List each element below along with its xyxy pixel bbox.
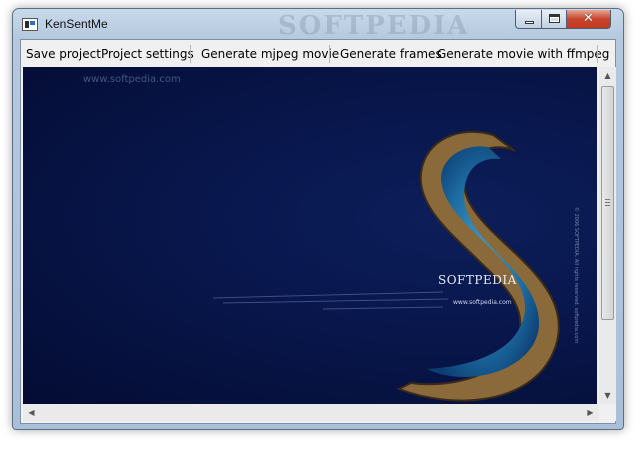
- close-icon: ✕: [583, 11, 594, 26]
- scroll-up-arrow-icon[interactable]: ▲: [599, 67, 616, 84]
- menu-project-settings[interactable]: Project settings: [101, 47, 194, 61]
- scroll-right-arrow-icon[interactable]: ▶: [582, 404, 599, 421]
- menu-generate-mjpeg-movie[interactable]: Generate mjpeg movie: [201, 47, 339, 61]
- app-icon: [22, 18, 38, 31]
- scroll-down-arrow-icon[interactable]: ▼: [599, 387, 616, 404]
- island-shape: [396, 130, 560, 402]
- maximize-icon: [549, 14, 560, 23]
- minimize-button[interactable]: [515, 10, 542, 29]
- wave-lines: [212, 291, 449, 310]
- brand-logo-text: SOFTPEDIA: [438, 273, 517, 287]
- title-watermark: SOFTPEDIA: [278, 11, 470, 41]
- image-canvas[interactable]: www.softpedia.com SOFTPEDIA www.softpedi…: [23, 67, 597, 404]
- menu-separator: [190, 45, 191, 63]
- horizontal-scrollbar[interactable]: ◀ ▶: [23, 404, 599, 421]
- brand-url-text: www.softpedia.com: [453, 299, 512, 306]
- menu-separator: [597, 45, 598, 63]
- app-window: KenSentMe SOFTPEDIA ✕ Save project Proje…: [12, 8, 624, 430]
- menu-save-project[interactable]: Save project: [26, 47, 101, 61]
- grip-icon: [605, 199, 610, 206]
- maximize-button[interactable]: [541, 10, 567, 29]
- close-button[interactable]: ✕: [566, 10, 611, 29]
- vertical-scroll-thumb[interactable]: [601, 86, 614, 320]
- scroll-left-arrow-icon[interactable]: ◀: [23, 404, 40, 421]
- watermark-url: www.softpedia.com: [83, 74, 181, 85]
- scrollbar-corner: [599, 404, 616, 421]
- island-image: [212, 130, 560, 402]
- menu-separator: [329, 45, 330, 63]
- window-title: KenSentMe: [45, 17, 108, 31]
- menu-generate-movie-ffmpeg[interactable]: Generate movie with ffmpeg: [437, 47, 609, 61]
- minimize-icon: [525, 21, 534, 24]
- menu-generate-frames[interactable]: Generate frames: [340, 47, 442, 61]
- client-area: Save project Project settings Generate m…: [20, 39, 616, 424]
- vertical-scrollbar[interactable]: ▲ ▼: [599, 67, 616, 404]
- vertical-copyright-text: © 2006 SOFTPEDIA. All rights reserved. s…: [573, 207, 579, 344]
- title-bar[interactable]: KenSentMe SOFTPEDIA ✕: [13, 9, 623, 41]
- menu-bar: Save project Project settings Generate m…: [21, 40, 615, 67]
